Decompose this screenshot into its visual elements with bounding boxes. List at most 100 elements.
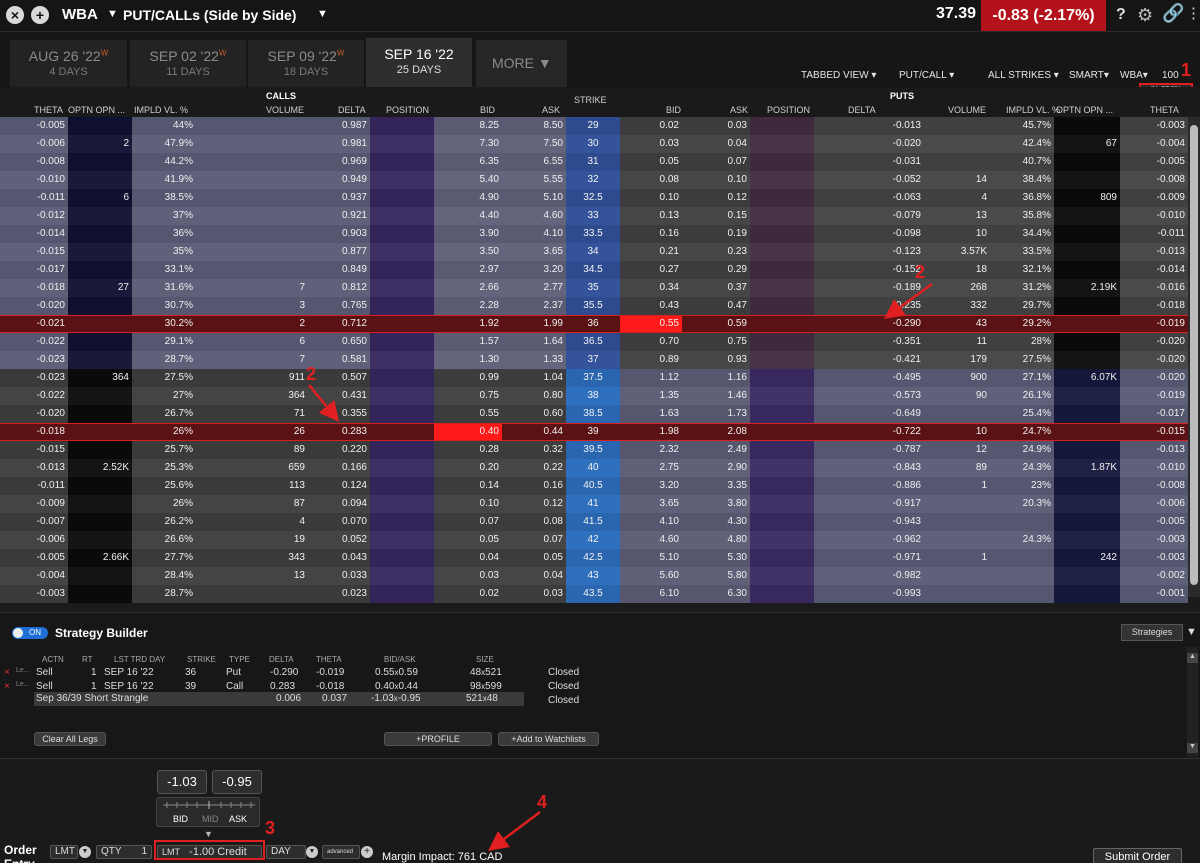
call-column-header[interactable]: ASK bbox=[542, 105, 560, 115]
strike-cell[interactable]: 33.5 bbox=[566, 225, 620, 243]
remove-leg-icon[interactable]: × bbox=[4, 681, 10, 692]
strike-cell[interactable]: 31 bbox=[566, 153, 620, 171]
chain-row[interactable]: -0.023 364 27.5% 911 0.507 0.99 1.04 37.5 1.12 1.… bbox=[0, 369, 1188, 387]
chain-row[interactable]: -0.007 26.2% 4 0.070 0.07 0.08 41.5 4.10 4.30 -0.… bbox=[0, 513, 1188, 531]
link-icon[interactable]: 🔗 bbox=[1162, 3, 1184, 24]
put-column-header[interactable]: VOLUME bbox=[948, 105, 986, 115]
call-cell-ask[interactable]: 8.50 bbox=[502, 117, 566, 135]
put-cell-ask[interactable]: 5.30 bbox=[682, 549, 750, 567]
call-cell-ask[interactable]: 0.80 bbox=[502, 387, 566, 405]
put-cell-ask[interactable]: 3.35 bbox=[682, 477, 750, 495]
call-cell-bid[interactable]: 1.57 bbox=[434, 333, 502, 351]
put-column-header[interactable]: DELTA bbox=[848, 105, 876, 115]
put-cell-bid[interactable]: 0.16 bbox=[620, 225, 682, 243]
gear-icon[interactable]: ⚙ bbox=[1137, 5, 1153, 26]
chain-row[interactable]: -0.014 36% 0.903 3.90 4.10 33.5 0.16 0.19 -0.098… bbox=[0, 225, 1188, 243]
put-cell-ask[interactable]: 0.75 bbox=[682, 333, 750, 351]
put-cell-ask[interactable]: 1.46 bbox=[682, 387, 750, 405]
put-cell-bid[interactable]: 5.60 bbox=[620, 567, 682, 585]
call-cell-ask[interactable]: 0.03 bbox=[502, 585, 566, 603]
put-column-header[interactable]: THETA bbox=[1150, 105, 1179, 115]
strike-cell[interactable]: 35.5 bbox=[566, 297, 620, 315]
chain-scrollbar[interactable] bbox=[1188, 117, 1200, 597]
quantity-field[interactable]: QTY 1 bbox=[96, 845, 152, 859]
chain-row[interactable]: -0.008 44.2% 0.969 6.35 6.55 31 0.05 0.07 -0.031… bbox=[0, 153, 1188, 171]
slider-mid-label[interactable]: MID bbox=[202, 814, 219, 824]
plus-icon[interactable]: + bbox=[361, 846, 373, 858]
put-cell-ask[interactable]: 0.03 bbox=[682, 117, 750, 135]
call-cell-ask[interactable]: 5.10 bbox=[502, 189, 566, 207]
put-cell-bid[interactable]: 0.05 bbox=[620, 153, 682, 171]
strike-cell[interactable]: 42.5 bbox=[566, 549, 620, 567]
chain-row[interactable]: -0.005 44% 0.987 8.25 8.50 29 0.02 0.03 -0.013 45… bbox=[0, 117, 1188, 135]
put-cell-bid[interactable]: 4.10 bbox=[620, 513, 682, 531]
call-column-header[interactable]: POSITION bbox=[386, 105, 429, 115]
chain-row[interactable]: -0.005 2.66K 27.7% 343 0.043 0.04 0.05 42.5 5.10… bbox=[0, 549, 1188, 567]
call-cell-bid[interactable]: 1.92 bbox=[434, 315, 502, 333]
more-tab[interactable]: MORE ▼ bbox=[476, 40, 567, 87]
call-cell-ask[interactable]: 0.60 bbox=[502, 405, 566, 423]
chain-row[interactable]: -0.021 30.2% 2 0.712 1.92 1.99 36 0.55 0.59 -0.29… bbox=[0, 315, 1188, 333]
chain-row[interactable]: -0.003 28.7% 0.023 0.02 0.03 43.5 6.10 6.30 -0.9… bbox=[0, 585, 1188, 603]
scrollbar-thumb[interactable] bbox=[1190, 125, 1198, 585]
strike-cell[interactable]: 32.5 bbox=[566, 189, 620, 207]
strike-cell[interactable]: 39 bbox=[566, 423, 620, 441]
chevron-down-icon[interactable]: ▼ bbox=[317, 8, 328, 20]
strike-cell[interactable]: 36 bbox=[566, 315, 620, 333]
put-cell-bid[interactable]: 5.10 bbox=[620, 549, 682, 567]
close-icon[interactable]: × bbox=[6, 6, 24, 24]
strike-cell[interactable]: 36.5 bbox=[566, 333, 620, 351]
call-cell-bid[interactable]: 0.20 bbox=[434, 459, 502, 477]
put-cell-ask[interactable]: 1.16 bbox=[682, 369, 750, 387]
put-cell-bid[interactable]: 0.27 bbox=[620, 261, 682, 279]
chain-row[interactable]: -0.017 33.1% 0.849 2.97 3.20 34.5 0.27 0.29 -0.1… bbox=[0, 261, 1188, 279]
call-column-header[interactable]: VOLUME bbox=[266, 105, 304, 115]
call-cell-bid[interactable]: 1.30 bbox=[434, 351, 502, 369]
scroll-down-icon[interactable]: ▼ bbox=[1187, 743, 1198, 753]
add-to-watchlists-button[interactable]: +Add to Watchlists bbox=[498, 732, 599, 746]
call-cell-ask[interactable]: 1.99 bbox=[502, 315, 566, 333]
chain-row[interactable]: -0.022 27% 364 0.431 0.75 0.80 38 1.35 1.46 -0.57… bbox=[0, 387, 1188, 405]
put-cell-bid[interactable]: 0.70 bbox=[620, 333, 682, 351]
profile-button[interactable]: +PROFILE bbox=[384, 732, 492, 746]
call-cell-bid[interactable]: 0.07 bbox=[434, 513, 502, 531]
put-cell-ask[interactable]: 0.29 bbox=[682, 261, 750, 279]
put-cell-bid[interactable]: 0.55 bbox=[620, 315, 682, 333]
ask-price-button[interactable]: -0.95 bbox=[212, 770, 262, 794]
strike-cell[interactable]: 37 bbox=[566, 351, 620, 369]
call-cell-bid[interactable]: 0.02 bbox=[434, 585, 502, 603]
clear-all-legs-button[interactable]: Clear All Legs bbox=[34, 732, 106, 746]
put-column-header[interactable]: IMPLD VL. % bbox=[1006, 105, 1060, 115]
put-column-header[interactable]: ASK bbox=[730, 105, 748, 115]
put-cell-ask[interactable]: 0.47 bbox=[682, 297, 750, 315]
strike-cell[interactable]: 42 bbox=[566, 531, 620, 549]
remove-leg-icon[interactable]: × bbox=[4, 667, 10, 678]
put-cell-ask[interactable]: 0.23 bbox=[682, 243, 750, 261]
call-cell-bid[interactable]: 0.55 bbox=[434, 405, 502, 423]
call-cell-bid[interactable]: 0.14 bbox=[434, 477, 502, 495]
put-cell-bid[interactable]: 0.34 bbox=[620, 279, 682, 297]
strike-cell[interactable]: 38.5 bbox=[566, 405, 620, 423]
call-cell-ask[interactable]: 3.65 bbox=[502, 243, 566, 261]
chain-row[interactable]: -0.004 28.4% 13 0.033 0.03 0.04 43 5.60 5.80 -0.9… bbox=[0, 567, 1188, 585]
put-call-dropdown[interactable]: PUT/CALL ▾ bbox=[899, 70, 954, 81]
strike-cell[interactable]: 40.5 bbox=[566, 477, 620, 495]
advanced-button[interactable]: advanced bbox=[322, 845, 360, 859]
help-icon[interactable]: ? bbox=[1116, 6, 1126, 24]
call-cell-ask[interactable]: 6.55 bbox=[502, 153, 566, 171]
chain-row[interactable]: -0.018 26% 26 0.283 0.40 0.44 39 1.98 2.08 -0.722… bbox=[0, 423, 1188, 441]
put-cell-bid[interactable]: 1.35 bbox=[620, 387, 682, 405]
scroll-up-icon[interactable]: ▲ bbox=[1187, 653, 1198, 663]
chain-row[interactable]: -0.020 30.7% 3 0.765 2.28 2.37 35.5 0.43 0.47 -0.… bbox=[0, 297, 1188, 315]
submit-order-button[interactable]: Submit Order bbox=[1093, 848, 1182, 863]
strike-cell[interactable]: 35 bbox=[566, 279, 620, 297]
call-column-header[interactable]: IMPLD VL. % bbox=[134, 105, 188, 115]
put-cell-bid[interactable]: 3.20 bbox=[620, 477, 682, 495]
put-cell-bid[interactable]: 0.03 bbox=[620, 135, 682, 153]
call-cell-ask[interactable]: 0.12 bbox=[502, 495, 566, 513]
call-column-header[interactable]: OPTN OPN ... bbox=[68, 105, 125, 115]
slider-bid-label[interactable]: BID bbox=[173, 814, 188, 824]
strike-cell[interactable]: 41 bbox=[566, 495, 620, 513]
put-cell-bid[interactable]: 1.63 bbox=[620, 405, 682, 423]
chain-row[interactable]: -0.018 27 31.6% 7 0.812 2.66 2.77 35 0.34 0.37 -0.… bbox=[0, 279, 1188, 297]
